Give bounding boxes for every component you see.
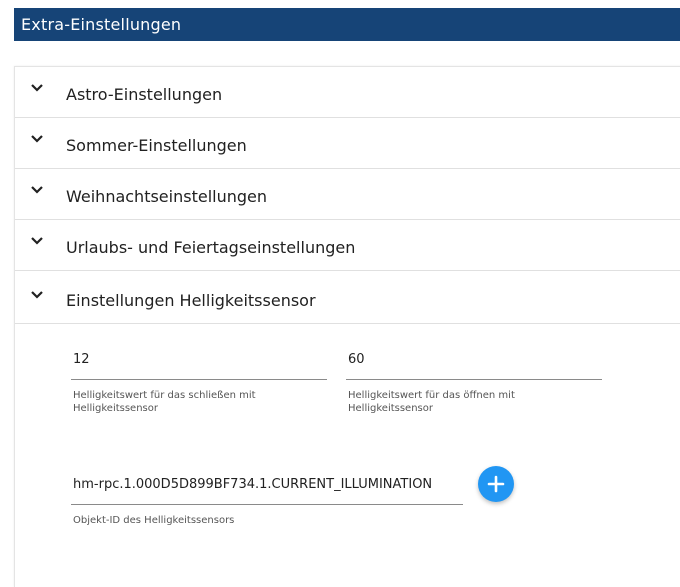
- chevron-down-icon: [31, 291, 43, 299]
- accordion-urlaub[interactable]: Urlaubs- und Feiertagseinstellungen: [15, 220, 680, 271]
- object-id-label: Objekt-ID des Helligkeitssensors: [73, 515, 235, 526]
- accordion-label: Sommer-Einstellungen: [66, 136, 247, 155]
- open-brightness-label: Helligkeitswert für das öffnen mit Helli…: [348, 390, 515, 414]
- accordion-label: Einstellungen Helligkeitssensor: [66, 291, 316, 310]
- close-brightness-label: Helligkeitswert für das schließen mit He…: [73, 390, 256, 414]
- accordion-label: Urlaubs- und Feiertagseinstellungen: [66, 238, 356, 257]
- plus-icon: [487, 475, 505, 493]
- open-brightness-value[interactable]: 60: [348, 352, 365, 367]
- accordion-label: Weihnachtseinstellungen: [66, 187, 267, 206]
- input-underline: [346, 379, 602, 380]
- close-brightness-field[interactable]: 12 Helligkeitswert für das schließen mit…: [71, 352, 327, 422]
- input-underline: [71, 379, 327, 380]
- accordion-sommer[interactable]: Sommer-Einstellungen: [15, 118, 680, 169]
- open-brightness-field[interactable]: 60 Helligkeitswert für das öffnen mit He…: [346, 352, 602, 422]
- accordion-helligkeitssensor[interactable]: Einstellungen Helligkeitssensor: [15, 271, 680, 324]
- chevron-down-icon: [31, 135, 43, 143]
- section-title: Extra-Einstellungen: [14, 8, 680, 41]
- input-underline: [71, 504, 463, 505]
- accordion-weihnachten[interactable]: Weihnachtseinstellungen: [15, 169, 680, 220]
- add-object-button[interactable]: [478, 466, 514, 502]
- object-id-value[interactable]: hm-rpc.1.000D5D899BF734.1.CURRENT_ILLUMI…: [73, 477, 432, 492]
- accordion-astro[interactable]: Astro-Einstellungen: [15, 67, 680, 118]
- chevron-down-icon: [31, 84, 43, 92]
- chevron-down-icon: [31, 186, 43, 194]
- close-brightness-value[interactable]: 12: [73, 352, 90, 367]
- object-id-field[interactable]: hm-rpc.1.000D5D899BF734.1.CURRENT_ILLUMI…: [71, 477, 463, 537]
- accordion-label: Astro-Einstellungen: [66, 85, 223, 104]
- chevron-down-icon: [31, 237, 43, 245]
